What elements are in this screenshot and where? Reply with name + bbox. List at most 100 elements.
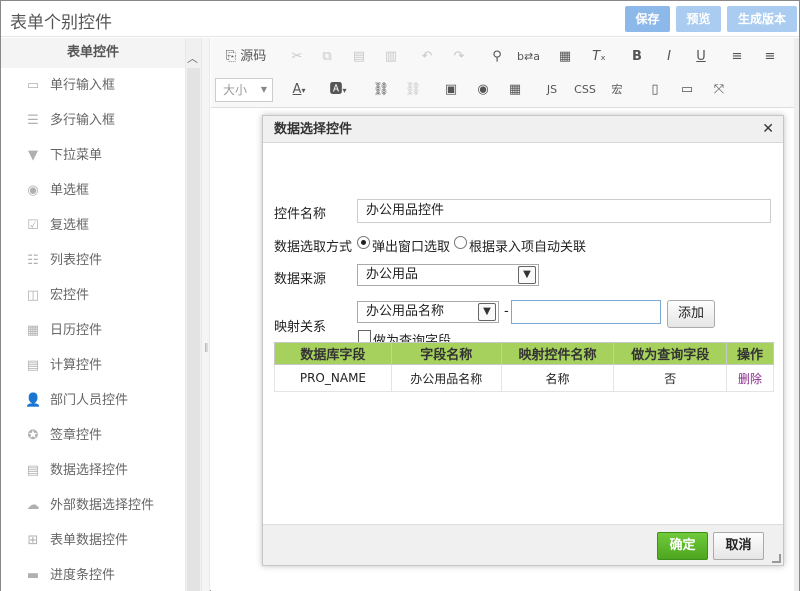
sidebar-item[interactable]: ▤ 数据选择控件 <box>1 453 185 488</box>
template-icon[interactable]: ▯ <box>645 79 665 101</box>
preview-button[interactable]: 预览 <box>676 6 721 32</box>
mapped-control-cell: 名称 <box>500 364 615 392</box>
clear-format-icon[interactable]: Tₓ <box>589 46 609 68</box>
data-select-dialog: 数据选择控件 ✕ 控件名称 办公用品控件 数据选取方式 弹出窗口选取 根据录入项… <box>262 115 784 566</box>
sidebar-item[interactable]: ▦ 日历控件 <box>1 313 185 348</box>
copy-icon[interactable]: ⧉ <box>317 46 337 68</box>
progress-icon: ▬ <box>26 568 40 583</box>
save-button[interactable]: 保存 <box>625 6 670 32</box>
column-header: 数据库字段 <box>274 342 392 365</box>
sidebar-item-label: 外部数据选择控件 <box>50 498 155 513</box>
paste-text-icon[interactable]: ▥ <box>381 46 401 68</box>
panel-splitter[interactable]: ‖ <box>201 38 210 591</box>
column-header: 映射控件名称 <box>500 342 615 365</box>
form-data-icon: ⊞ <box>27 533 39 548</box>
ok-button[interactable]: 确定 <box>657 532 708 560</box>
radio-popup-label: 弹出窗口选取 <box>372 240 451 255</box>
resize-handle-icon[interactable] <box>772 554 781 563</box>
align-center-icon[interactable]: ≡ <box>760 46 780 68</box>
data-source-value: 办公用品 <box>366 267 419 282</box>
mapping-target-input[interactable] <box>511 300 661 324</box>
chevron-down-icon: ▼ <box>260 85 267 94</box>
db-field-cell: PRO_NAME <box>274 364 392 392</box>
sidebar-item[interactable]: ▤ 计算控件 <box>1 348 185 383</box>
column-header: 字段名称 <box>390 342 502 365</box>
source-button[interactable]: ⎘ 源码 <box>221 46 271 68</box>
editor-toolbar: ⎘ 源码 ✂ ⧉ ▤ ▥ ↶ ↷ ⚲ b⇄a ▦ Tₓ B I U ≡ ≡ 大小… <box>211 38 799 108</box>
mapping-field-select[interactable]: 办公用品名称 ▼ <box>357 301 499 323</box>
css-button[interactable]: CSS <box>573 79 597 101</box>
dialog-header: 数据选择控件 ✕ <box>263 116 783 143</box>
control-name-input[interactable]: 办公用品控件 <box>357 199 771 223</box>
bg-color-icon[interactable]: 🅰▾ <box>325 79 351 101</box>
sidebar-heading: 表单控件 <box>1 38 185 68</box>
mapping-separator: - <box>504 304 509 319</box>
sidebar-scrollbar[interactable]: ︿ <box>186 38 201 591</box>
top-bar: 表单个别控件 保存 预览 生成版本 <box>1 1 799 37</box>
mapping-field-value: 办公用品名称 <box>366 304 445 319</box>
table-icon[interactable]: ▦ <box>505 79 525 101</box>
link-icon[interactable]: ⛓ <box>371 79 391 101</box>
delete-link[interactable]: 删除 <box>726 364 774 392</box>
radio-auto[interactable] <box>454 236 467 249</box>
single-line-input-icon: ▭ <box>26 78 40 93</box>
sidebar-item[interactable]: ▼ 下拉菜单 <box>1 138 185 173</box>
cancel-button[interactable]: 取消 <box>713 532 764 560</box>
scrollbar-thumb[interactable] <box>187 68 200 591</box>
sidebar-item-label: 签章控件 <box>50 428 103 443</box>
format-icon[interactable]: ▦ <box>555 46 575 68</box>
underline-icon[interactable]: U <box>691 46 711 68</box>
js-button[interactable]: JS <box>541 79 563 101</box>
sidebar-item-label: 多行输入框 <box>50 113 116 128</box>
redo-icon[interactable]: ↷ <box>449 46 469 68</box>
sidebar-item[interactable]: ☷ 列表控件 <box>1 243 185 278</box>
chevron-down-icon[interactable]: ▼ <box>518 266 536 284</box>
calculator-icon: ▤ <box>26 358 40 373</box>
text-color-icon[interactable]: A▾ <box>287 79 311 101</box>
macro-button[interactable]: 宏 <box>607 79 627 101</box>
find-icon[interactable]: ⚲ <box>487 46 507 68</box>
sidebar-item[interactable]: ✪ 签章控件 <box>1 418 185 453</box>
maximize-icon[interactable]: ⤧ <box>709 79 729 101</box>
cut-icon[interactable]: ✂ <box>287 46 307 68</box>
sidebar-item[interactable]: ☑ 复选框 <box>1 208 185 243</box>
radio-popup[interactable] <box>357 236 370 249</box>
paste-icon[interactable]: ▤ <box>349 46 369 68</box>
sidebar-item[interactable]: ▬ 进度条控件 <box>1 558 185 591</box>
font-size-select[interactable]: 大小 ▼ <box>215 78 273 102</box>
data-source-select[interactable]: 办公用品 ▼ <box>357 264 539 286</box>
sidebar-item[interactable]: ☁ 外部数据选择控件 <box>1 488 185 523</box>
chevron-down-icon[interactable]: ▼ <box>478 303 496 321</box>
document-icon[interactable]: ▭ <box>677 79 697 101</box>
sidebar-item-label: 进度条控件 <box>50 568 116 583</box>
replace-icon[interactable]: b⇄a <box>517 46 540 68</box>
italic-icon[interactable]: I <box>659 46 679 68</box>
generate-version-button[interactable]: 生成版本 <box>727 6 797 32</box>
dialog-body: 控件名称 办公用品控件 数据选取方式 弹出窗口选取 根据录入项自动关联 数据来源… <box>263 143 783 525</box>
query-field-cell: 否 <box>613 364 728 392</box>
sidebar-item[interactable]: ◫ 宏控件 <box>1 278 185 313</box>
scroll-up-icon[interactable]: ︿ <box>187 50 198 66</box>
unlink-icon[interactable]: ⛓ <box>403 79 423 101</box>
sidebar-item-label: 宏控件 <box>50 288 90 303</box>
sidebar-item[interactable]: ☰ 多行输入框 <box>1 103 185 138</box>
align-left-icon[interactable]: ≡ <box>727 46 747 68</box>
cloud-icon: ☁ <box>26 498 40 513</box>
grip-icon: ‖ <box>204 343 209 353</box>
editor-scrollbar[interactable] <box>794 38 799 591</box>
sidebar-item-label: 数据选择控件 <box>50 463 129 478</box>
flash-icon[interactable]: ◉ <box>473 79 493 101</box>
sidebar-item-label: 单选框 <box>50 183 90 198</box>
sidebar-item[interactable]: ◉ 单选框 <box>1 173 185 208</box>
image-icon[interactable]: ▣ <box>441 79 461 101</box>
add-button[interactable]: 添加 <box>667 300 715 328</box>
undo-icon[interactable]: ↶ <box>417 46 437 68</box>
sidebar-item[interactable]: ⊞ 表单数据控件 <box>1 523 185 558</box>
multi-line-input-icon: ☰ <box>27 113 39 128</box>
bold-icon[interactable]: B <box>627 46 647 68</box>
source-label: 源码 <box>240 49 267 64</box>
close-icon[interactable]: ✕ <box>762 116 774 143</box>
sidebar-item[interactable]: ▭ 单行输入框 <box>1 68 185 103</box>
sidebar-item[interactable]: 👤 部门人员控件 <box>1 383 185 418</box>
data-select-icon: ▤ <box>26 463 40 478</box>
